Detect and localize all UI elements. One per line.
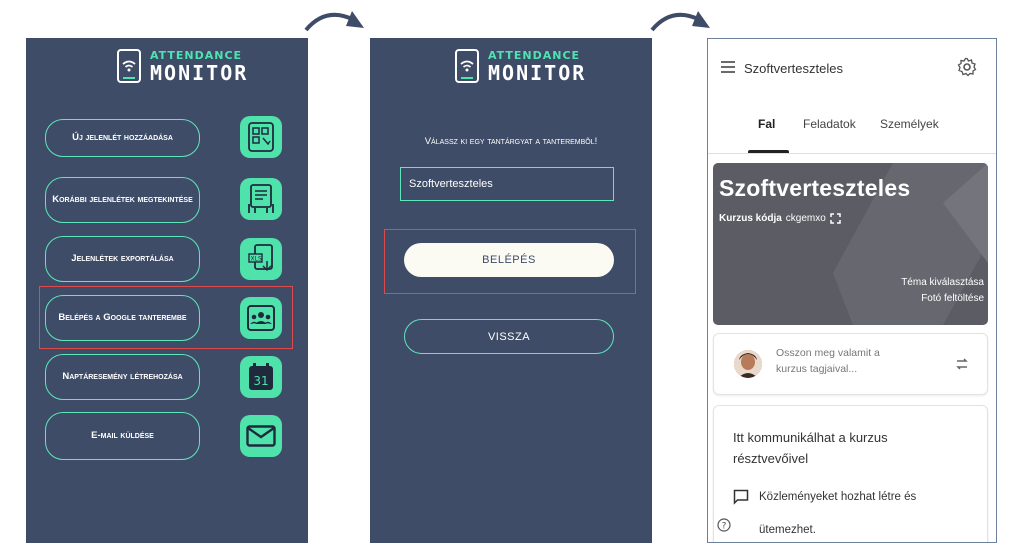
announcement-row: Közleményeket hozhat létre és: [733, 489, 916, 505]
menu-label: Új jelenlét hozzáadása: [72, 132, 173, 144]
select-course-prompt: Válassz ki egy tantárgyat a tanterembõl!: [424, 136, 598, 147]
menu-label: Naptáresemény létrehozása: [62, 371, 183, 383]
logo-bottom-text: MONITOR: [488, 60, 587, 85]
calendar-icon[interactable]: 31: [240, 356, 282, 398]
menu-label: Jelenlétek exportálása: [71, 253, 174, 265]
share-line-2: kurzus tagjaival...: [776, 362, 858, 375]
repost-icon[interactable]: [954, 356, 970, 372]
clipboard-list-icon[interactable]: [240, 178, 282, 220]
view-attendance-button[interactable]: Korábbi jelenlétek megtekintése: [45, 177, 200, 223]
export-attendance-button[interactable]: Jelenlétek exportálása: [45, 236, 200, 282]
select-theme-link[interactable]: Téma kiválasztása: [901, 277, 984, 288]
course-select-field[interactable]: Szoftverteszteles: [400, 167, 614, 201]
xls-export-icon[interactable]: XLS: [240, 238, 282, 280]
share-card[interactable]: Osszon meg valamit a kurzus tagjaival...: [713, 333, 988, 395]
svg-text:?: ?: [722, 522, 727, 532]
course-code-row: Kurzus kódja ckgemxo: [719, 213, 841, 224]
hamburger-menu-icon[interactable]: [720, 60, 736, 74]
help-icon[interactable]: ?: [717, 518, 731, 532]
app-logo: ATTENDANCE MONITOR: [454, 48, 586, 84]
course-select-value: Szoftverteszteles: [409, 178, 493, 190]
menu-label: E-mail küldése: [91, 430, 154, 442]
back-button-label: VISSZA: [487, 330, 531, 343]
share-line-1: Osszon meg valamit a: [776, 347, 880, 359]
announcement-line-2: ütemezhet.: [759, 524, 816, 536]
new-attendance-button[interactable]: Új jelenlét hozzáadása: [45, 119, 200, 157]
send-email-button[interactable]: E-mail küldése: [45, 412, 200, 460]
logo-bottom-text: MONITOR: [150, 60, 249, 85]
classroom-title: Szoftverteszteles: [744, 61, 843, 76]
highlight-login-button: [384, 229, 636, 294]
tab-stream[interactable]: Fal: [758, 117, 775, 131]
calendar-day-text: 31: [253, 374, 268, 388]
share-prompt: Osszon meg valamit a kurzus tagjaival...: [776, 346, 880, 378]
mail-icon[interactable]: [240, 415, 282, 457]
fullscreen-icon[interactable]: [830, 213, 841, 224]
flow-arrow-1: [304, 11, 364, 32]
highlight-google-classroom: [39, 286, 293, 349]
phone-wifi-icon: [117, 49, 141, 83]
info-line-2: résztvevőivel: [733, 450, 809, 466]
svg-text:XLS: XLS: [251, 256, 262, 263]
announcement-line-1: Közleményeket hozhat létre és: [759, 491, 917, 503]
info-card: Itt kommunikálhat a kurzus résztvevőivel…: [713, 405, 988, 542]
app-logo: ATTENDANCE MONITOR: [116, 48, 248, 84]
banner-title: Szoftverteszteles: [719, 175, 911, 201]
upload-photo-link[interactable]: Fotó feltöltése: [921, 293, 984, 304]
tab-people[interactable]: Személyek: [880, 117, 939, 131]
menu-label: Korábbi jelenlétek megtekintése: [52, 194, 193, 206]
qr-scan-icon[interactable]: [240, 116, 282, 158]
user-avatar: [734, 350, 762, 378]
course-banner: Szoftverteszteles Kurzus kódja ckgemxo T…: [713, 163, 988, 325]
screen-google-classroom: Szoftverteszteles Fal Feladatok Személye…: [707, 38, 997, 543]
info-line-1: Itt kommunikálhat a kurzus: [733, 430, 888, 445]
course-code-label: Kurzus kódja: [719, 213, 782, 224]
calendar-event-button[interactable]: Naptáresemény létrehozása: [45, 354, 200, 400]
announcement-icon: [733, 489, 749, 505]
back-button[interactable]: VISSZA: [404, 319, 614, 354]
flow-arrow-2: [650, 11, 710, 32]
course-code-value: ckgemxo: [785, 213, 826, 224]
tab-divider: [708, 153, 996, 154]
settings-gear-icon[interactable]: [957, 57, 977, 77]
logo-top-text: ATTENDANCE: [488, 48, 581, 62]
info-text: Itt kommunikálhat a kurzus résztvevőivel: [733, 428, 888, 470]
logo-top-text: ATTENDANCE: [150, 48, 243, 62]
phone-wifi-icon: [455, 49, 479, 83]
tab-classwork[interactable]: Feladatok: [803, 117, 856, 131]
